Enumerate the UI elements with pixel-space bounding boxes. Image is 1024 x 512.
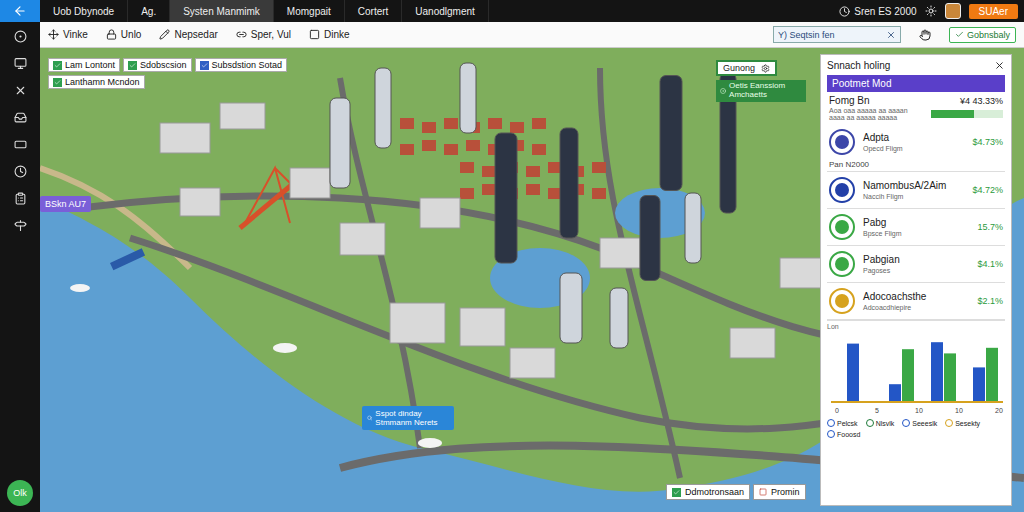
sidebar-item-icon[interactable] — [14, 192, 27, 205]
sidebar-badge[interactable]: Olk — [7, 480, 33, 506]
checkbox[interactable] — [53, 78, 62, 87]
sidebar-item-icon[interactable] — [14, 111, 27, 124]
svg-text:20: 20 — [995, 407, 1003, 414]
tool-icon — [236, 29, 247, 40]
avatar[interactable] — [945, 3, 961, 19]
sidebar-item-icon[interactable] — [14, 57, 27, 70]
arrow-left-icon — [13, 4, 27, 18]
bottom-toggle[interactable]: Ddmotronsaan — [666, 484, 750, 500]
check-icon — [54, 79, 61, 86]
district-tag[interactable]: BSkn AU7 — [40, 196, 91, 212]
svg-text:10: 10 — [915, 407, 923, 414]
sidebar-item-icon[interactable] — [14, 30, 27, 43]
top-bar: Uob DbynodeAg.Systen ManmimkMomgpaitCort… — [0, 0, 1024, 22]
list-item[interactable]: AdocoachstheAdcoacdhiepire$2.1% — [827, 283, 1005, 320]
panel-title: Snnach holing — [827, 60, 890, 71]
list-item[interactable]: NamombusA/2AimNaccih Fligm$4.72% — [827, 172, 1005, 209]
zone-tooltip: Oetis Eanssiom Amchaetts — [716, 80, 806, 102]
pin-icon — [720, 87, 726, 95]
panel-header: Pootmet Mod — [827, 75, 1005, 92]
hand-icon[interactable] — [919, 29, 931, 41]
top-tab[interactable]: Momgpait — [274, 0, 345, 22]
top-tab[interactable]: Uob Dbynode — [40, 0, 128, 22]
tool-button[interactable]: Vinke — [48, 29, 88, 40]
clock-icon — [839, 6, 850, 17]
user-button[interactable]: SUAer — [969, 4, 1018, 19]
tool-icon — [309, 29, 320, 40]
sun-icon[interactable] — [925, 5, 937, 17]
check-icon — [201, 62, 208, 69]
bottom-button[interactable]: Promin — [753, 484, 806, 500]
clock: Sren ES 2000 — [839, 6, 916, 17]
tool-button[interactable]: Dinke — [309, 29, 350, 40]
map-area[interactable]: Lam LontontSdobscsionSubsdstion Sotad Lan… — [40, 48, 1024, 512]
zone-label[interactable]: Gunong — [716, 60, 777, 76]
sidebar-item-icon[interactable] — [14, 84, 27, 97]
gear-icon[interactable] — [761, 64, 770, 73]
sidebar-item-icon[interactable] — [14, 219, 27, 232]
legend-item: Pelcsk — [827, 419, 858, 427]
chart: Lon05101020PelcskNlsvlkSeeeslkSesektyFoo… — [827, 320, 1005, 438]
clear-icon[interactable] — [886, 30, 896, 40]
featured-item[interactable]: AdptaOpecd Fligm$4.73% — [827, 124, 1005, 160]
sidebar: Olk — [0, 22, 40, 512]
layer-toggle[interactable]: Lanthamn Mcndon — [48, 75, 145, 89]
checkbox[interactable] — [672, 488, 681, 497]
svg-text:5: 5 — [875, 407, 879, 414]
svg-text:0: 0 — [835, 407, 839, 414]
top-tab[interactable]: Cortert — [345, 0, 403, 22]
tool-button[interactable]: Nepsedar — [159, 29, 217, 40]
check-icon — [54, 62, 61, 69]
summary-bar — [931, 110, 1003, 118]
top-tab[interactable]: Uanodlgment — [402, 0, 488, 22]
check-icon — [955, 30, 964, 39]
check-icon — [673, 489, 680, 496]
legend-item: Nlsvlk — [866, 419, 895, 427]
top-tab[interactable]: Systen Manmimk — [170, 0, 274, 22]
side-panel: Snnach holing Pootmet ModFomg Bn¥4 43.33%… — [820, 54, 1012, 506]
app: Uob DbynodeAg.Systen ManmimkMomgpaitCort… — [0, 0, 1024, 512]
sidebar-item-icon[interactable] — [14, 165, 27, 178]
legend-item: Sesekty — [945, 419, 980, 427]
tool-button[interactable]: Unlo — [106, 29, 142, 40]
toolbar: Vinke Unlo Nepsedar Sper, Vul Dinke Y) Seqtsi… — [40, 22, 1024, 48]
layer-toggle[interactable]: Sdobscsion — [123, 58, 192, 72]
tool-icon — [159, 29, 170, 40]
legend-item: Fooosd — [827, 430, 860, 438]
top-tab[interactable]: Ag. — [128, 0, 170, 22]
stop-icon — [759, 488, 767, 496]
close-icon[interactable] — [994, 60, 1005, 71]
summary: Fomg Bn¥4 43.33%Aoa oaa aaaaa aa aaaanaa… — [827, 92, 1005, 124]
search-field[interactable]: Y) Seqtsin fen — [773, 26, 901, 43]
search-icon — [367, 414, 372, 422]
back-button[interactable] — [0, 0, 40, 22]
check-icon — [129, 62, 136, 69]
section-label: Pan N2000 — [827, 160, 1005, 172]
list-item[interactable]: PabgianPagoses$4.1% — [827, 246, 1005, 283]
tool-button[interactable]: Sper, Vul — [236, 29, 291, 40]
layer-toggle[interactable]: Lam Lontont — [48, 58, 120, 72]
checkbox[interactable] — [128, 61, 137, 70]
layer-list: Lam LontontSdobscsionSubsdstion Sotad Lan… — [48, 58, 287, 89]
checkbox[interactable] — [53, 61, 62, 70]
global-button[interactable]: Gobnsbaly — [949, 27, 1016, 43]
list-item[interactable]: PabgBpsce Fligm15.7% — [827, 209, 1005, 246]
tool-icon — [48, 29, 59, 40]
checkbox[interactable] — [200, 61, 209, 70]
svg-text:10: 10 — [955, 407, 963, 414]
legend-item: Seeeslk — [902, 419, 937, 427]
info-tooltip: Sspot dinday Stmmanm Nerets — [362, 406, 454, 430]
tool-icon — [106, 29, 117, 40]
bar-chart: 0 5 10 10 20 — [827, 330, 1005, 416]
layer-toggle[interactable]: Subsdstion Sotad — [195, 58, 288, 72]
sidebar-item-icon[interactable] — [14, 138, 27, 151]
